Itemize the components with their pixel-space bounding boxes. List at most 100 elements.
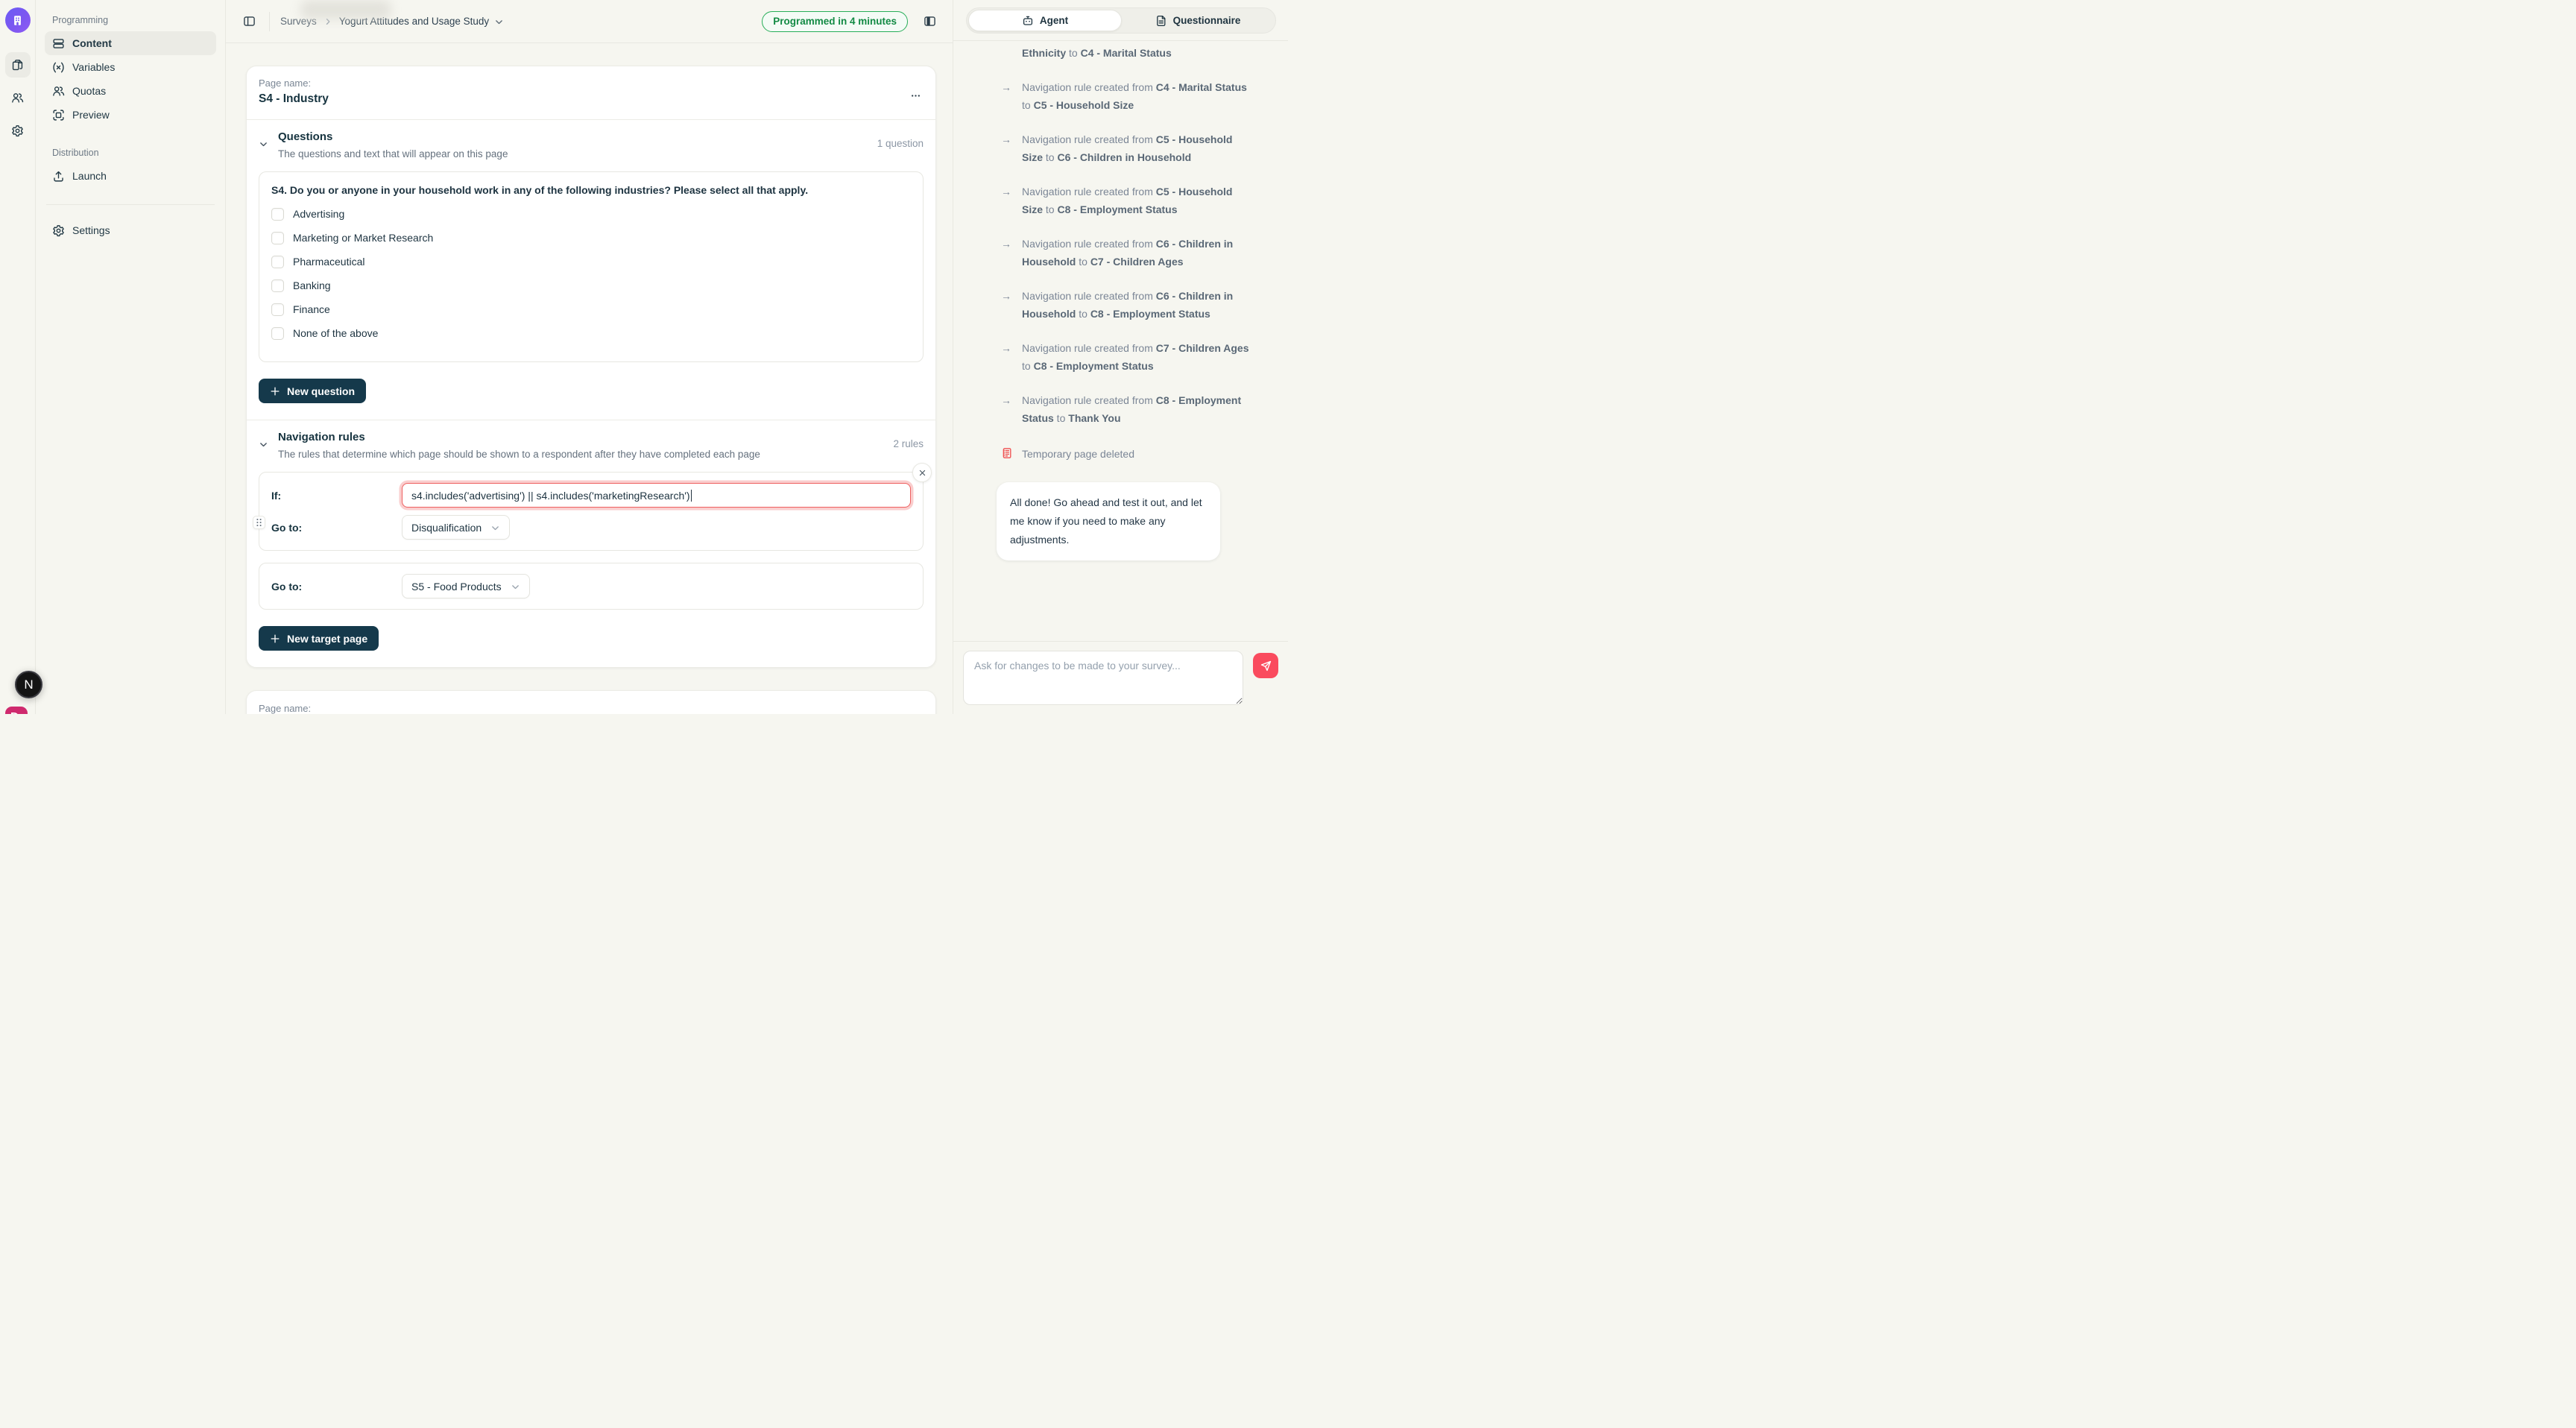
arrow-right-icon: →	[1001, 287, 1014, 323]
arrow-right-icon: →	[1001, 78, 1014, 114]
plus-icon	[270, 386, 280, 397]
condition-value: s4.includes('advertising') || s4.include…	[411, 490, 690, 502]
sidebar-item-variables[interactable]: Variables	[45, 55, 216, 79]
robot-icon	[1022, 15, 1034, 27]
sidebar-section-label: Distribution	[52, 148, 216, 158]
workspace-logo[interactable]	[5, 7, 31, 33]
checkbox[interactable]	[271, 208, 284, 221]
chevron-down-icon	[490, 523, 500, 533]
question-card[interactable]: S4. Do you or anyone in your household w…	[259, 171, 924, 362]
user-avatar[interactable]: D	[5, 707, 28, 714]
tab-questionnaire[interactable]: Questionnaire	[1122, 10, 1274, 31]
questions-header: Questions The questions and text that wi…	[259, 130, 924, 159]
page-menu-button[interactable]	[906, 86, 925, 105]
sidebar-item-settings[interactable]: Settings	[45, 218, 216, 242]
drag-handle[interactable]	[253, 516, 265, 529]
document-icon	[1155, 15, 1167, 27]
questions-count: 1 question	[877, 138, 924, 159]
main-column: Surveys Yogurt Attitudes and Usage Study…	[226, 0, 953, 714]
pages-rail-button[interactable]	[5, 52, 31, 78]
stack-icon	[52, 37, 65, 50]
sidebar-item-launch[interactable]: Launch	[45, 164, 216, 188]
condition-input[interactable]: s4.includes('advertising') || s4.include…	[402, 483, 911, 508]
sidebar-divider	[46, 204, 215, 205]
dev-overlay-label: N	[24, 677, 33, 692]
agent-tabs: Agent Questionnaire	[966, 7, 1276, 34]
chevron-down-icon	[259, 440, 268, 460]
feed-item-text: Navigation rule created from C7 - Childr…	[1022, 339, 1251, 375]
chevron-down-icon	[511, 582, 520, 592]
agent-feed-items: Ethnicity to C4 - Marital Status→Navigat…	[1001, 44, 1251, 463]
scan-icon	[52, 109, 65, 121]
goto-page-value: S5 - Food Products	[411, 581, 502, 593]
drag-dots-icon	[256, 518, 262, 527]
arrow-right-icon: →	[1001, 130, 1014, 166]
sidebar-item-label: Content	[72, 37, 112, 49]
new-target-page-button[interactable]: New target page	[259, 626, 379, 651]
goto-page-dropdown[interactable]: Disqualification	[402, 515, 510, 540]
rule-card-conditional: If: s4.includes('advertising') || s4.inc…	[259, 472, 924, 551]
option-label: Pharmaceutical	[293, 256, 365, 268]
questions-title: Questions	[278, 130, 877, 143]
goto-page-value: Disqualification	[411, 522, 482, 534]
chat-input[interactable]	[963, 651, 1243, 705]
feed-item-navigation-rule: →Navigation rule created from C6 - Child…	[1001, 235, 1251, 271]
new-target-page-label: New target page	[287, 633, 367, 645]
blurred-region	[300, 0, 391, 19]
sidebar-item-label: Quotas	[72, 85, 106, 97]
close-icon	[918, 469, 926, 477]
feed-item-text: Navigation rule created from C4 - Marita…	[1022, 78, 1251, 114]
sidebar-group: ProgrammingContentVariablesQuotasPreview	[45, 15, 216, 127]
chat-composer	[953, 641, 1288, 714]
page-content: Page name: S4 - Industry Questions The q…	[226, 43, 953, 714]
feed-item-text: Navigation rule created from C6 - Childr…	[1022, 287, 1251, 323]
next-page-card: Page name:	[246, 690, 936, 714]
goto-page-dropdown[interactable]: S5 - Food Products	[402, 574, 530, 598]
topbar: Surveys Yogurt Attitudes and Usage Study…	[226, 0, 953, 43]
dev-overlay-button[interactable]: N	[15, 671, 42, 698]
feed-item-text: Navigation rule created from C6 - Childr…	[1022, 235, 1251, 271]
app-window: ProgrammingContentVariablesQuotasPreview…	[0, 0, 1288, 714]
sidebar-item-label: Settings	[72, 224, 110, 236]
gear-rail-button[interactable]	[5, 118, 31, 143]
new-question-button[interactable]: New question	[259, 379, 366, 403]
feed-item-navigation-rule: →Navigation rule created from C5 - House…	[1001, 183, 1251, 218]
topbar-divider	[269, 12, 270, 31]
feed-item-navigation-rule: →Navigation rule created from C4 - Marit…	[1001, 78, 1251, 114]
delete-rule-button[interactable]	[912, 463, 932, 482]
option-label: Finance	[293, 303, 330, 315]
agent-tabs-wrap: Agent Questionnaire	[953, 0, 1288, 41]
tab-agent[interactable]: Agent	[968, 10, 1122, 31]
feed-item-text: Temporary page deleted	[1022, 445, 1134, 463]
checkbox[interactable]	[271, 327, 284, 340]
agent-feed: Ethnicity to C4 - Marital Status→Navigat…	[953, 41, 1288, 641]
chevron-down-icon	[259, 139, 268, 159]
collapse-rules-button[interactable]	[259, 440, 278, 460]
tab-label: Questionnaire	[1173, 15, 1241, 26]
users-rail-button[interactable]	[5, 85, 31, 110]
sidebar-item-quotas[interactable]: Quotas	[45, 79, 216, 103]
collapse-questions-button[interactable]	[259, 139, 278, 159]
building-icon	[10, 13, 25, 28]
feed-item-page-deleted: Temporary page deleted	[1001, 445, 1251, 463]
feed-item-text: Navigation rule created from C5 - Househ…	[1022, 130, 1251, 166]
checkbox[interactable]	[271, 279, 284, 292]
sidebar: ProgrammingContentVariablesQuotasPreview…	[36, 0, 226, 714]
icon-rail	[0, 0, 36, 714]
toggle-left-panel-button[interactable]	[239, 12, 259, 31]
feed-item-text: Navigation rule created from C8 - Employ…	[1022, 391, 1251, 427]
checkbox[interactable]	[271, 303, 284, 316]
checkbox[interactable]	[271, 232, 284, 244]
rule-goto-row: Go to: Disqualification	[271, 515, 911, 540]
goto-label: Go to:	[271, 522, 402, 534]
question-option: Finance	[271, 297, 911, 321]
feed-item-navigation-rule: →Navigation rule created from C6 - Child…	[1001, 287, 1251, 323]
sidebar-item-content[interactable]: Content	[45, 31, 216, 55]
sidebar-item-preview[interactable]: Preview	[45, 103, 216, 127]
feed-item-navigation-rule: →Navigation rule created from C8 - Emplo…	[1001, 391, 1251, 427]
checkbox[interactable]	[271, 256, 284, 268]
send-button[interactable]	[1253, 653, 1278, 678]
toggle-right-panel-button[interactable]	[920, 12, 939, 31]
navigation-rules-count: 2 rules	[893, 438, 924, 460]
question-option: Advertising	[271, 202, 911, 226]
